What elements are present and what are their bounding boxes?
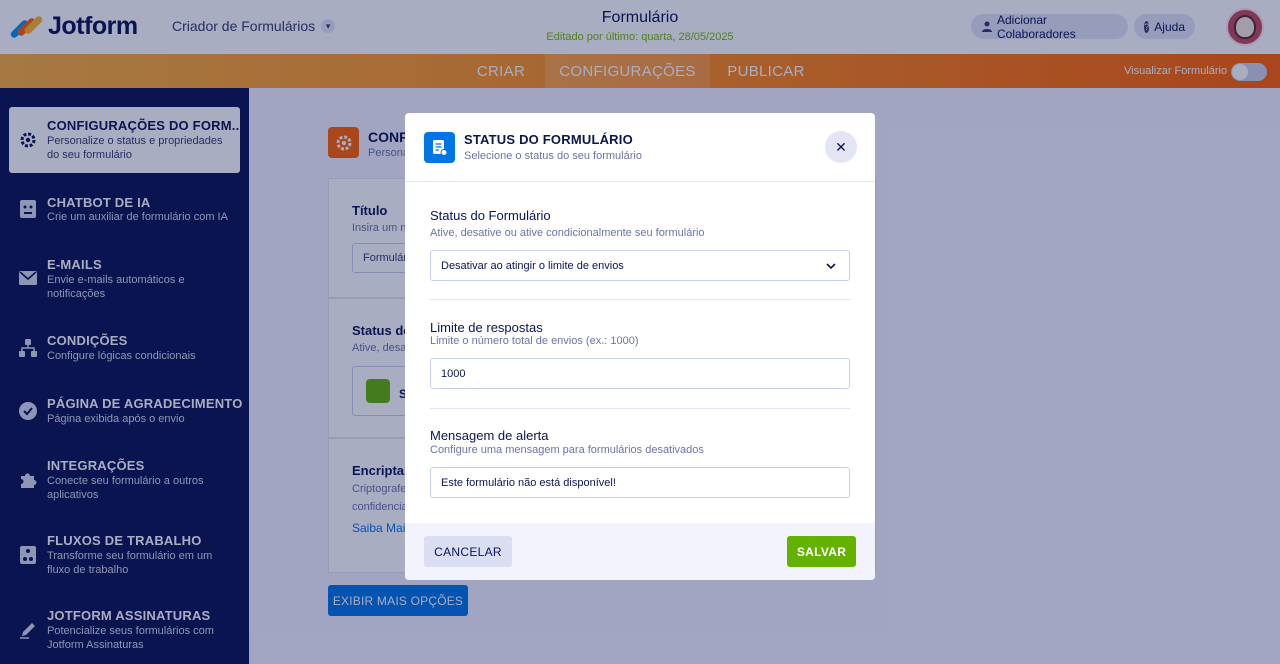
divider <box>430 408 850 409</box>
chevron-down-icon <box>825 260 837 272</box>
status-select-value: Desativar ao atingir o limite de envios <box>441 259 624 272</box>
form-status-icon <box>424 132 455 163</box>
limit-field-label: Limite de respostas <box>430 320 543 335</box>
status-select[interactable]: Desativar ao atingir o limite de envios <box>430 250 850 281</box>
close-icon: ✕ <box>835 138 847 155</box>
cancel-button[interactable]: CANCELAR <box>424 536 512 567</box>
limit-field-sub: Limite o número total de envios (ex.: 10… <box>430 335 639 347</box>
modal-footer: CANCELAR SALVAR <box>405 523 875 580</box>
status-field-label: Status do Formulário <box>430 208 551 223</box>
alert-field-label: Mensagem de alerta <box>430 428 549 443</box>
submission-limit-input[interactable]: 1000 <box>430 358 850 389</box>
alert-field-sub: Configure uma mensagem para formulários … <box>430 444 704 456</box>
modal-subtitle: Selecione o status do seu formulário <box>464 150 642 162</box>
close-button[interactable]: ✕ <box>825 131 857 163</box>
save-button[interactable]: SALVAR <box>787 536 856 567</box>
modal-header: STATUS DO FORMULÁRIO Selecione o status … <box>405 113 875 182</box>
modal-title: STATUS DO FORMULÁRIO <box>464 132 633 147</box>
form-status-modal: STATUS DO FORMULÁRIO Selecione o status … <box>405 113 875 580</box>
divider <box>430 299 850 300</box>
alert-message-input[interactable]: Este formulário não está disponível! <box>430 467 850 498</box>
status-field-sub: Ative, desative ou ative condicionalment… <box>430 227 705 239</box>
